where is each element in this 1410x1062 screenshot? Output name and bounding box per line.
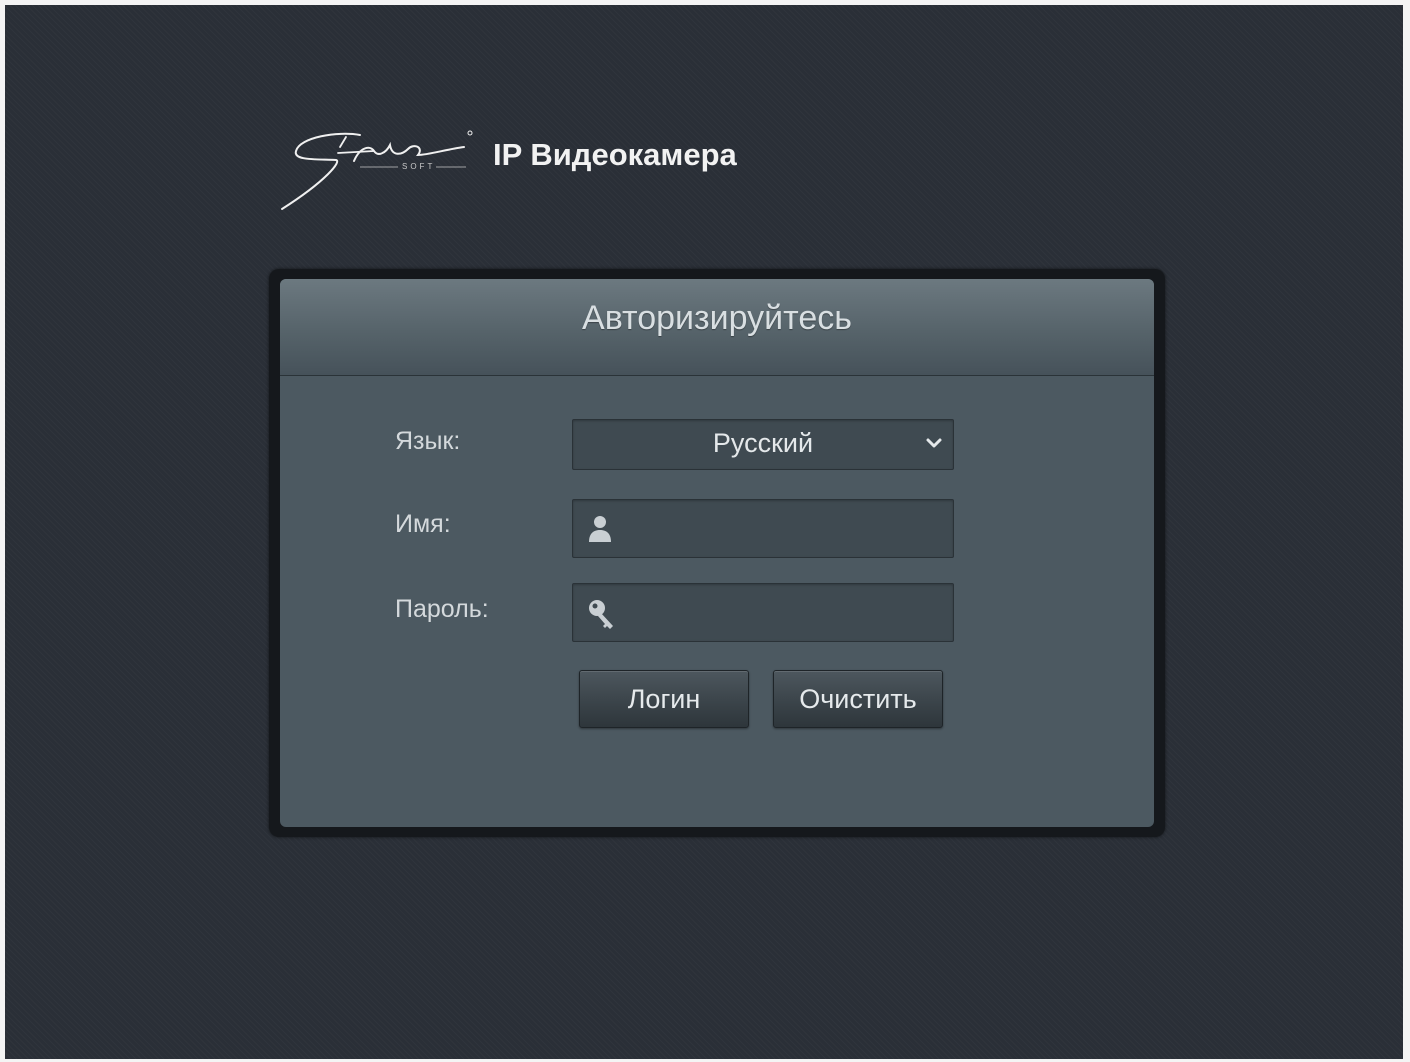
language-select-value: Русский: [712, 428, 814, 458]
svg-text:SOFT: SOFT: [402, 162, 435, 171]
username-label: Имя:: [395, 510, 451, 538]
product-title: IP Видеокамера: [493, 137, 737, 172]
clear-button[interactable]: Очистить: [773, 670, 943, 728]
login-header: Авторизируйтесь: [280, 279, 1154, 376]
key-icon: [589, 600, 613, 629]
login-panel: Авторизируйтесь Язык: Русский Имя: Парол…: [280, 279, 1154, 827]
login-screen: SOFT IP Видеокамера Авторизируйтесь Язык…: [5, 5, 1403, 1059]
password-field[interactable]: [572, 583, 954, 642]
password-label: Пароль:: [395, 595, 489, 623]
chevron-down-icon: [926, 438, 942, 448]
language-select[interactable]: Русский: [572, 419, 954, 470]
password-input[interactable]: [621, 584, 941, 639]
brand-header: SOFT IP Видеокамера: [278, 123, 778, 215]
username-input[interactable]: [621, 500, 941, 555]
username-field[interactable]: [572, 499, 954, 558]
user-icon: [589, 516, 611, 542]
login-button[interactable]: Логин: [579, 670, 749, 728]
language-label: Язык:: [395, 427, 461, 455]
stic-soft-logo: SOFT: [281, 130, 473, 210]
login-heading: Авторизируйтесь: [582, 299, 852, 337]
login-dialog: Авторизируйтесь Язык: Русский Имя: Парол…: [269, 269, 1165, 837]
